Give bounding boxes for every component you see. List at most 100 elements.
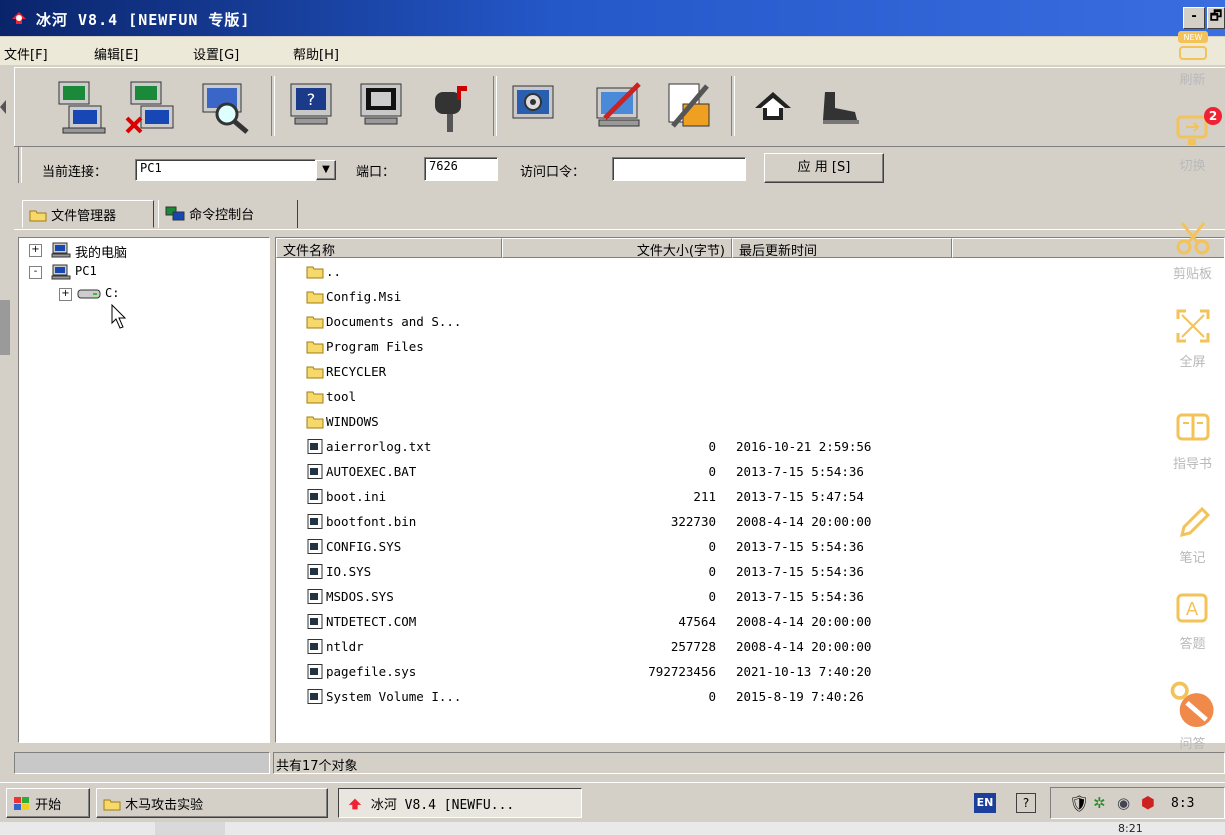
chevron-down-icon[interactable]: ▼ [316, 160, 336, 180]
taskbar-clock: 8:3 [1171, 796, 1195, 811]
current-connection-label: 当前连接： [42, 165, 108, 180]
sidebar-item-notes[interactable]: 笔记 [1160, 503, 1225, 566]
toolbar-separator [271, 76, 275, 136]
screen-capture-icon[interactable] [353, 78, 409, 136]
file-row[interactable]: MSDOS.SYS 0 2013-7-15 5:54:36 [276, 585, 1216, 610]
tab-file-manager[interactable]: 文件管理器 [22, 200, 154, 228]
tab-command-console[interactable]: 命令控制台 [158, 200, 298, 228]
host-task-slot[interactable] [155, 822, 225, 835]
status-bar: 共有17个对象 [14, 752, 1225, 776]
tree-pane: + 我的电脑 - PC1 + C: [18, 237, 270, 743]
computer-icon [51, 242, 71, 258]
language-indicator[interactable]: EN [974, 793, 996, 813]
add-computer-icon[interactable] [51, 78, 107, 136]
help-monitor-icon[interactable]: ? [283, 78, 339, 136]
menu-help[interactable]: 帮助[H] [293, 44, 339, 63]
host-taskbar-strip: 8:21 [0, 822, 1225, 835]
book-icon [1176, 413, 1209, 441]
menu-edit[interactable]: 编辑[E] [94, 44, 138, 63]
tree-item-pc1[interactable]: PC1 [75, 264, 97, 278]
folder-row[interactable]: Program Files [276, 335, 1216, 360]
folder-row[interactable]: Config.Msi [276, 285, 1216, 310]
tree-expander[interactable]: + [59, 288, 72, 301]
help-icon[interactable]: ? [1016, 793, 1036, 813]
current-connection-select[interactable]: PC1 [135, 159, 316, 181]
file-row[interactable]: IO.SYS 0 2013-7-15 5:54:36 [276, 560, 1216, 585]
left-edge-handle[interactable] [0, 300, 10, 355]
file-row[interactable]: bootfont.bin 322730 2008-4-14 20:00:00 [276, 510, 1216, 535]
left-scroll-arrow-icon[interactable] [0, 100, 6, 114]
home-arrow-icon[interactable] [745, 78, 801, 136]
file-row[interactable]: System Volume I... 0 2015-8-19 7:40:26 [276, 685, 1216, 710]
port-input[interactable]: 7626 [424, 157, 498, 181]
menu-settings[interactable]: 设置[G] [193, 44, 239, 63]
start-label: 开始 [35, 798, 62, 813]
file-row[interactable]: pagefile.sys 792723456 2021-10-13 7:40:20 [276, 660, 1216, 685]
lab-sidebar: NEW 刷新 切换 2 剪贴板 全屏 指导书 笔记 A 答题 问答 [1160, 25, 1225, 785]
task-folder-button[interactable]: 木马攻击实验 [96, 788, 328, 818]
folder-icon [306, 266, 324, 279]
file-row[interactable]: ntldr 257728 2008-4-14 20:00:00 [276, 635, 1216, 660]
task-bingle-button[interactable]: 冰河 V8.4 [NEWFU... [338, 788, 582, 818]
sidebar-item-guide[interactable]: 指导书 [1160, 409, 1225, 472]
svg-text:?: ? [307, 90, 316, 109]
start-button[interactable]: 开始 [6, 788, 90, 818]
sidebar-item-refresh[interactable]: NEW 刷新 [1160, 25, 1225, 88]
tab-command-console-label: 命令控制台 [189, 208, 255, 223]
current-connection-value: PC1 [140, 161, 162, 175]
folder-row[interactable]: WINDOWS [276, 410, 1216, 435]
column-header-name[interactable]: 文件名称 [276, 238, 502, 259]
answer-icon: A [1176, 593, 1207, 623]
apply-button[interactable]: 应 用 [S] [764, 153, 884, 183]
folder-row[interactable]: RECYCLER [276, 360, 1216, 385]
folder-icon [29, 210, 47, 222]
network-icon[interactable]: ✲ [1093, 794, 1106, 812]
system-edit-icon[interactable] [591, 78, 647, 136]
config-tool-icon[interactable] [661, 78, 717, 136]
boot-icon[interactable] [811, 78, 867, 136]
sidebar-item-clipboard[interactable]: 剪贴板 [1160, 219, 1225, 282]
connection-bar: 当前连接： PC1 ▼ 端口： 7626 访问口令： 应 用 [S] [14, 146, 1225, 189]
tree-expander[interactable]: - [29, 266, 42, 279]
tree-item-drive-c[interactable]: C: [105, 286, 119, 300]
sidebar-item-fullscreen[interactable]: 全屏 [1160, 307, 1225, 370]
file-row[interactable]: CONFIG.SYS 0 2013-7-15 5:54:36 [276, 535, 1216, 560]
connection-grip [18, 147, 22, 183]
computers-icon [165, 206, 185, 221]
file-icon [307, 589, 323, 604]
shield-icon[interactable]: 🛡 [1069, 794, 1089, 813]
antivirus-icon[interactable]: ◉ [1117, 794, 1130, 812]
host-clock: 8:21 [1118, 822, 1143, 835]
svg-text:A: A [1185, 599, 1198, 620]
app-icon [348, 798, 362, 810]
search-computer-icon[interactable] [197, 78, 253, 136]
sidebar-item-qa[interactable]: 问答 [1160, 681, 1225, 752]
mailbox-icon[interactable] [423, 78, 479, 136]
security-icon[interactable]: ⬢ [1141, 793, 1155, 812]
file-row[interactable]: aierrorlog.txt 0 2016-10-21 2:59:56 [276, 435, 1216, 460]
file-row[interactable]: boot.ini 211 2013-7-15 5:47:54 [276, 485, 1216, 510]
scissors-icon [1176, 222, 1209, 255]
folder-row[interactable]: tool [276, 385, 1216, 410]
new-badge-icon: NEW [1177, 31, 1208, 60]
settings-gear-icon[interactable] [505, 78, 561, 136]
file-icon [307, 689, 323, 704]
column-header-time[interactable]: 最后更新时间 [732, 238, 952, 259]
delete-computer-icon[interactable] [123, 78, 179, 136]
sidebar-item-answer[interactable]: A 答题 [1160, 589, 1225, 652]
password-input[interactable] [612, 157, 746, 181]
menu-file[interactable]: 文件[F] [4, 44, 48, 63]
sidebar-item-switch[interactable]: 切换 2 [1160, 107, 1225, 174]
fullscreen-icon [1176, 309, 1209, 343]
folder-row[interactable]: Documents and S... [276, 310, 1216, 335]
folder-row[interactable]: .. [276, 260, 1216, 285]
file-row[interactable]: NTDETECT.COM 47564 2008-4-14 20:00:00 [276, 610, 1216, 635]
app-icon [12, 12, 26, 24]
computer-icon [51, 264, 71, 280]
tree-item-my-computer[interactable]: 我的电脑 [75, 242, 127, 261]
port-label: 端口： [356, 165, 396, 180]
column-header-size[interactable]: 文件大小(字节) [502, 238, 732, 259]
file-row[interactable]: AUTOEXEC.BAT 0 2013-7-15 5:54:36 [276, 460, 1216, 485]
file-icon [307, 439, 323, 454]
tree-expander[interactable]: + [29, 244, 42, 257]
